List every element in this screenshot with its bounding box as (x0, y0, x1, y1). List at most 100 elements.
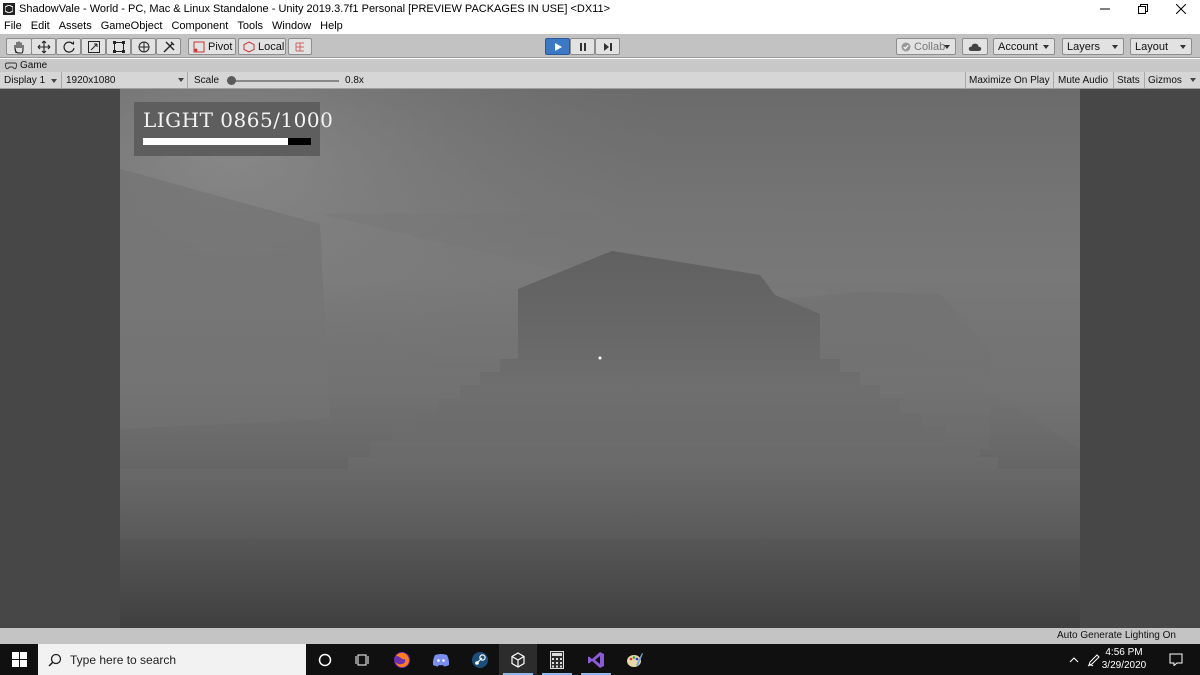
game-viewport[interactable] (0, 89, 1200, 628)
unity-taskbar-button[interactable] (499, 644, 537, 675)
status-text: Auto Generate Lighting On (1057, 630, 1176, 641)
calculator-button[interactable] (538, 644, 576, 675)
menu-assets[interactable]: Assets (59, 20, 92, 32)
task-view-button[interactable] (344, 644, 382, 675)
play-button[interactable] (545, 38, 570, 55)
resolution-label: 1920x1080 (66, 75, 116, 86)
mute-audio-toggle[interactable]: Mute Audio (1053, 72, 1113, 89)
cortana-button[interactable] (306, 644, 344, 675)
menu-help[interactable]: Help (320, 20, 343, 32)
visual-studio-icon (588, 651, 604, 668)
clock[interactable]: 4:56 PM 3/29/2020 (1094, 646, 1154, 672)
layout-dropdown[interactable]: Layout (1130, 38, 1192, 55)
gamepad-icon (5, 62, 17, 69)
search-icon (48, 653, 62, 667)
firefox-button[interactable] (383, 644, 421, 675)
account-label: Account (998, 40, 1038, 53)
step-icon (603, 42, 612, 51)
scale-tool-button[interactable] (81, 38, 106, 55)
scale-slider[interactable] (227, 75, 340, 86)
light-bar (143, 138, 311, 145)
steam-button[interactable] (461, 644, 499, 675)
steam-icon (472, 651, 488, 668)
pause-button[interactable] (570, 38, 595, 55)
maximize-on-play-label: Maximize On Play (969, 75, 1050, 86)
close-icon (1176, 4, 1186, 14)
pivot-icon (193, 41, 205, 52)
menu-window[interactable]: Window (272, 20, 311, 32)
restore-icon (1138, 4, 1148, 14)
step-button[interactable] (595, 38, 620, 55)
minimize-button[interactable] (1086, 0, 1124, 18)
tab-game[interactable]: Game (5, 60, 47, 71)
menu-bar: File Edit Assets GameObject Component To… (0, 18, 1200, 34)
grid-snap-icon (295, 42, 304, 51)
mute-audio-label: Mute Audio (1058, 75, 1109, 86)
collab-label: Collab (914, 40, 946, 53)
discord-button[interactable] (422, 644, 460, 675)
menu-edit[interactable]: Edit (31, 20, 50, 32)
rotate-tool-button[interactable] (56, 38, 81, 55)
unity-app-icon (3, 3, 15, 15)
snap-button[interactable] (288, 38, 312, 55)
scale-slider-thumb[interactable] (227, 75, 237, 85)
stats-toggle[interactable]: Stats (1113, 72, 1144, 89)
hand-tool-button[interactable] (6, 38, 32, 55)
gizmos-label: Gizmos (1148, 75, 1182, 86)
start-button[interactable] (0, 644, 38, 675)
foggy-ziggurat-scene (120, 89, 1080, 628)
menu-component[interactable]: Component (171, 20, 228, 32)
scale-slider-track (227, 79, 340, 82)
scale-label: Scale (194, 75, 220, 86)
discord-icon (432, 653, 450, 666)
gizmos-dropdown[interactable]: Gizmos (1144, 72, 1200, 89)
pivot-toggle[interactable]: Pivot (188, 38, 236, 55)
notification-icon (1169, 653, 1183, 666)
transform-icon (138, 41, 149, 52)
menu-tools[interactable]: Tools (237, 20, 263, 32)
status-bar: Auto Generate Lighting On (0, 628, 1200, 644)
scale-value: 0.8x (345, 75, 364, 86)
menu-gameobject[interactable]: GameObject (101, 20, 163, 32)
taskbar-search-box[interactable]: Type here to search (38, 644, 306, 675)
local-toggle[interactable]: Local (238, 38, 286, 55)
light-hud: LIGHT 0865/1000 (134, 102, 333, 156)
menu-file[interactable]: File (4, 20, 22, 32)
main-toolbar: Pivot Local Collab Account Layers Layout (0, 34, 1200, 58)
tray-expand-button[interactable] (1064, 644, 1084, 675)
paint-button[interactable] (616, 644, 654, 675)
visual-studio-button[interactable] (577, 644, 615, 675)
window-titlebar: ShadowVale - World - PC, Mac & Linux Sta… (0, 0, 1200, 18)
rect-transform-icon (112, 40, 125, 53)
display-dropdown[interactable]: Display 1 (4, 72, 62, 89)
cloud-button[interactable] (962, 38, 988, 55)
cloud-icon (968, 43, 982, 51)
cortana-icon (318, 653, 332, 666)
custom-tool-button[interactable] (156, 38, 181, 55)
scale-icon (87, 40, 100, 53)
calculator-icon (550, 650, 564, 669)
collab-dropdown[interactable]: Collab (896, 38, 956, 55)
firefox-icon (394, 651, 410, 668)
account-dropdown[interactable]: Account (993, 38, 1055, 55)
stats-label: Stats (1117, 75, 1140, 86)
restore-button[interactable] (1124, 0, 1162, 18)
resolution-dropdown[interactable]: 1920x1080 (61, 72, 186, 89)
game-tab-strip: Game (0, 59, 1200, 72)
close-button[interactable] (1162, 0, 1200, 18)
window-title: ShadowVale - World - PC, Mac & Linux Sta… (19, 3, 611, 15)
rect-tool-button[interactable] (106, 38, 131, 55)
search-placeholder: Type here to search (70, 652, 177, 667)
local-label: Local (258, 40, 285, 53)
unity-icon (511, 651, 525, 668)
windows-logo-icon (11, 652, 27, 667)
move-tool-button[interactable] (31, 38, 56, 55)
layers-dropdown[interactable]: Layers (1062, 38, 1124, 55)
clock-time: 4:56 PM (1105, 647, 1143, 658)
maximize-on-play-toggle[interactable]: Maximize On Play (965, 72, 1053, 89)
local-icon (243, 40, 255, 53)
tab-game-label: Game (20, 60, 48, 71)
transform-tool-button[interactable] (131, 38, 156, 55)
notifications-button[interactable] (1164, 644, 1188, 675)
layers-label: Layers (1067, 40, 1101, 53)
